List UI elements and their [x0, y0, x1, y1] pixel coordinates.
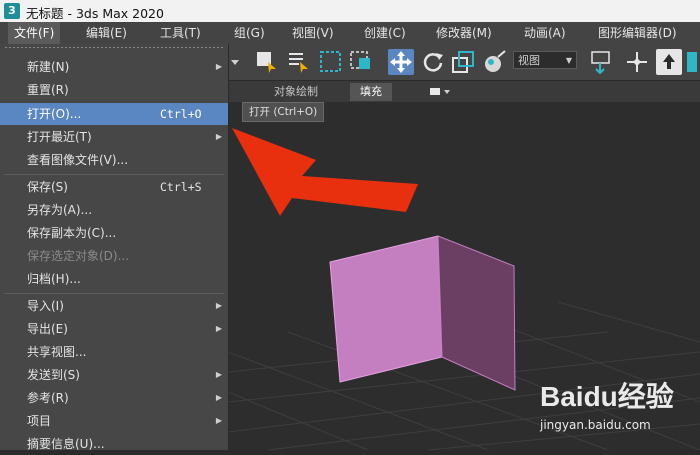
watermark-brand: Baidu经验 [540, 380, 674, 412]
triangle-right-icon: ▶ [215, 416, 222, 425]
menu-item-view-image-file[interactable]: 查看图像文件(V)... [0, 149, 228, 171]
menu-item-label: 另存为(A)... [27, 203, 93, 217]
file-menu: 新建(N) ▶ 重置(R) 打开(O)... Ctrl+O 打开最近(T) ▶ … [0, 44, 229, 451]
menu-item-shared-views[interactable]: 共享视图... [0, 341, 228, 363]
menu-item-label: 打开最近(T) [27, 130, 92, 144]
menu-item-import[interactable]: 导入(I) ▶ [0, 295, 228, 317]
triangle-right-icon: ▶ [215, 132, 222, 141]
menu-grip [4, 46, 224, 49]
menu-item-save-copy-as[interactable]: 保存副本为(C)... [0, 222, 228, 244]
menu-item-summary-info[interactable]: 摘要信息(U)... [0, 433, 228, 455]
triangle-right-icon: ▶ [215, 62, 222, 71]
triangle-right-icon: ▶ [215, 324, 222, 333]
menu-separator [4, 293, 224, 294]
menu-item-send-to[interactable]: 发送到(S) ▶ [0, 364, 228, 386]
menu-item-open[interactable]: 打开(O)... Ctrl+O [0, 103, 228, 125]
menu-item-label: 保存选定对象(D)... [27, 249, 130, 263]
menu-item-shortcut: Ctrl+O [160, 107, 202, 121]
menu-item-label: 保存副本为(C)... [27, 226, 117, 240]
menu-item-export[interactable]: 导出(E) ▶ [0, 318, 228, 340]
menu-item-new[interactable]: 新建(N) ▶ [0, 56, 228, 78]
menu-item-reset[interactable]: 重置(R) [0, 79, 228, 101]
menu-item-label: 发送到(S) [27, 368, 80, 382]
triangle-right-icon: ▶ [215, 393, 222, 402]
menu-item-label: 打开(O)... [27, 107, 82, 121]
menu-item-project[interactable]: 项目 ▶ [0, 410, 228, 432]
menu-item-save-as[interactable]: 另存为(A)... [0, 199, 228, 221]
menu-item-label: 新建(N) [27, 60, 70, 74]
menu-item-archive[interactable]: 归档(H)... [0, 268, 228, 290]
menu-item-open-recent[interactable]: 打开最近(T) ▶ [0, 126, 228, 148]
menu-item-reference[interactable]: 参考(R) ▶ [0, 387, 228, 409]
menu-item-label: 重置(R) [27, 83, 69, 97]
menu-item-label: 保存(S) [27, 180, 68, 194]
menu-item-label: 摘要信息(U)... [27, 437, 105, 451]
menu-item-label: 导入(I) [27, 299, 64, 313]
triangle-right-icon: ▶ [215, 301, 222, 310]
menu-item-save[interactable]: 保存(S) Ctrl+S [0, 176, 228, 198]
menu-item-label: 归档(H)... [27, 272, 81, 286]
menu-separator [4, 174, 224, 175]
menu-item-label: 查看图像文件(V)... [27, 153, 129, 167]
triangle-right-icon: ▶ [215, 370, 222, 379]
menu-item-label: 项目 [27, 414, 52, 428]
menu-item-label: 共享视图... [27, 345, 87, 359]
menu-item-shortcut: Ctrl+S [160, 180, 202, 194]
menu-item-label: 参考(R) [27, 391, 69, 405]
watermark-url: jingyan.baidu.com [540, 418, 651, 432]
baidu-watermark-logo: Baidu经验 [540, 376, 680, 419]
menu-item-save-selected: 保存选定对象(D)... [0, 245, 228, 267]
menu-item-label: 导出(E) [27, 322, 68, 336]
